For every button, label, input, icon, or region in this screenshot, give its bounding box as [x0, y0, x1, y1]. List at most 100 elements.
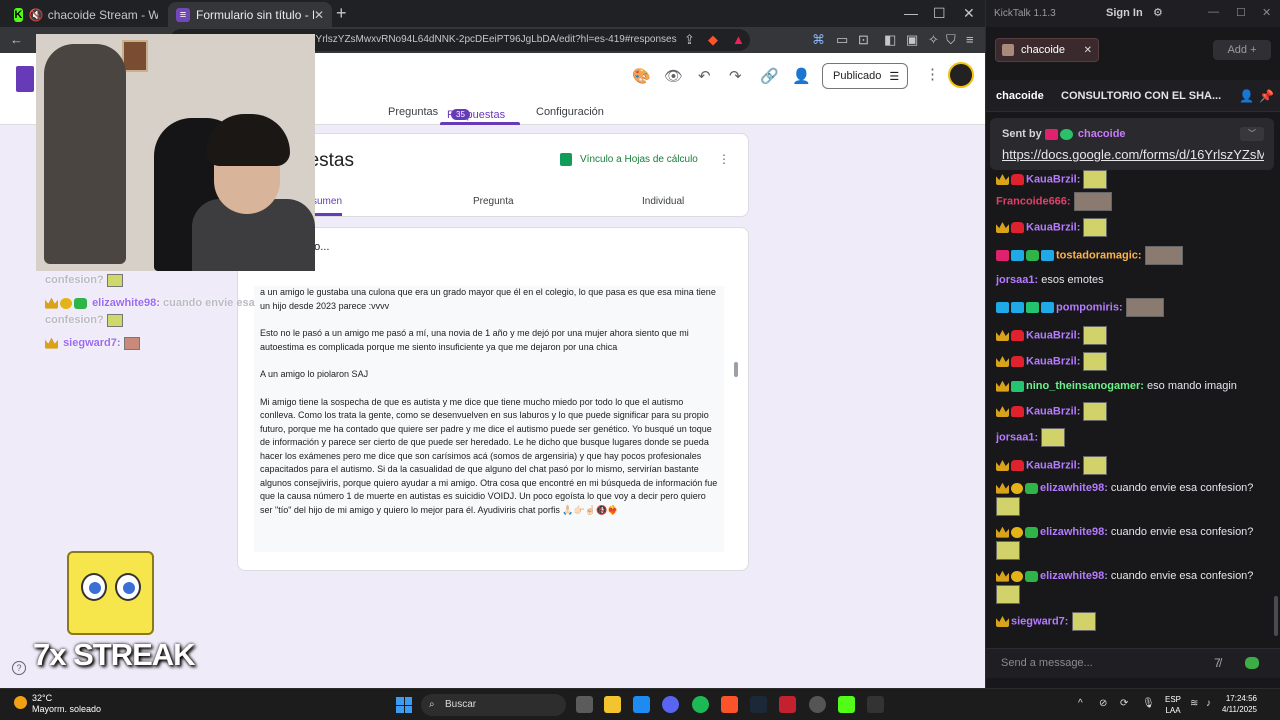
steam-icon[interactable]	[750, 696, 767, 713]
subtab-summary[interactable]: sumen	[312, 196, 342, 207]
chat-message[interactable]: siegward7:	[996, 612, 1268, 631]
chat-username[interactable]: elizawhite98:	[1040, 482, 1108, 494]
maximize-button[interactable]: ☐	[1236, 6, 1246, 19]
gear-icon[interactable]: ⚙	[1153, 6, 1163, 19]
answers-list[interactable]: a un amigo le gustaba una culona que era…	[254, 286, 724, 552]
sync-icon[interactable]: ⟳	[1120, 698, 1128, 709]
screenshot-icon[interactable]: ⊡	[858, 32, 869, 48]
maximize-button[interactable]: ☐	[933, 5, 946, 22]
chat-username[interactable]: pompomiris:	[1056, 301, 1123, 313]
chat-message[interactable]: elizawhite98: cuando envie esa confesion…	[996, 568, 1268, 604]
chat-message[interactable]: KauaBrzil:	[996, 402, 1268, 421]
link-to-sheets-button[interactable]: Vínculo a Hojas de cálculo	[560, 153, 698, 166]
file-explorer-icon[interactable]	[604, 696, 621, 713]
subtab-individual[interactable]: Individual	[642, 196, 684, 207]
close-tab-icon[interactable]: ✕	[1084, 45, 1092, 56]
chat-messages[interactable]: KauaBrzil: Francoide666: KauaBrzil: tost…	[986, 170, 1280, 640]
vpn-icon[interactable]: ⛉	[946, 32, 956, 48]
chat-username[interactable]: nino_theinsanogamer:	[1026, 380, 1144, 392]
pinned-message[interactable]: Sent by chacoide https://docs.google.com…	[990, 118, 1274, 170]
add-collaborator-icon[interactable]: 👤	[792, 67, 811, 85]
chat-message[interactable]: KauaBrzil:	[996, 352, 1268, 371]
chat-username[interactable]: tostadoramagic:	[1056, 249, 1142, 261]
chat-username[interactable]: elizawhite98:	[1040, 526, 1108, 538]
chat-message[interactable]: tostadoramagic:	[996, 246, 1268, 265]
published-button[interactable]: Publicado ☰	[822, 63, 908, 89]
answers-scrollbar[interactable]	[734, 362, 738, 377]
minimize-button[interactable]: —	[904, 5, 918, 21]
chat-username[interactable]: KauaBrzil:	[1026, 329, 1080, 341]
volume-icon[interactable]: ♪	[1206, 698, 1211, 709]
menu-icon[interactable]: ≡	[966, 32, 974, 47]
leo-icon[interactable]: ✧	[928, 32, 939, 48]
kick-emote-icon[interactable]	[1245, 657, 1259, 669]
obs-icon[interactable]	[779, 696, 796, 713]
minimize-button[interactable]: —	[1208, 6, 1219, 18]
close-button[interactable]: ✕	[1262, 6, 1271, 19]
palette-icon[interactable]: 🎨	[632, 67, 651, 85]
chat-message[interactable]: elizawhite98: cuando envie esa confesion…	[996, 524, 1268, 560]
chat-message[interactable]: jorsaa1: esos emotes	[996, 272, 1268, 289]
back-icon[interactable]: ←	[10, 32, 23, 47]
epic-games-icon[interactable]	[867, 696, 884, 713]
chat-message[interactable]: Francoide666:	[996, 192, 1268, 211]
chat-username[interactable]: elizawhite98:	[1040, 570, 1108, 582]
undo-icon[interactable]: ↶	[698, 67, 711, 85]
chevron-down-icon[interactable]: ﹀	[1240, 127, 1264, 141]
sidebar-icon[interactable]: ◧	[884, 32, 896, 48]
tab-questions[interactable]: Preguntas	[388, 106, 438, 118]
chat-message[interactable]: jorsaa1:	[996, 428, 1268, 447]
wifi-icon[interactable]: ≋	[1190, 698, 1198, 709]
add-channel-button[interactable]: Add +	[1213, 40, 1271, 60]
subtab-question[interactable]: Pregunta	[473, 196, 514, 207]
pinned-link[interactable]: https://docs.google.com/forms/d/16YrlszY…	[1002, 147, 1264, 162]
kick-app-icon[interactable]	[838, 696, 855, 713]
rewards-icon[interactable]: ▲	[732, 32, 745, 47]
card-more-icon[interactable]: ⋮	[718, 152, 730, 166]
chat-username[interactable]: Francoide666:	[996, 195, 1071, 207]
brave-shield-icon[interactable]: ◆	[708, 32, 718, 48]
chat-message[interactable]: KauaBrzil:	[996, 456, 1268, 475]
translate-icon[interactable]: ⌘	[812, 32, 825, 48]
chat-username[interactable]: KauaBrzil:	[1026, 173, 1080, 185]
taskbar-search[interactable]: ⌕ Buscar	[421, 694, 566, 716]
share-icon[interactable]: ⇪	[684, 32, 695, 48]
chat-username[interactable]: siegward7:	[1011, 615, 1068, 627]
redo-icon[interactable]: ↷	[729, 67, 742, 85]
chat-input[interactable]: Send a message... 7̸	[986, 648, 1280, 678]
close-window-button[interactable]: ✕	[963, 5, 975, 22]
discord-icon[interactable]	[662, 696, 679, 713]
chat-username[interactable]: KauaBrzil:	[1026, 221, 1080, 233]
chat-scrollbar[interactable]	[1274, 596, 1278, 636]
bing-icon[interactable]	[633, 696, 650, 713]
close-tab-icon[interactable]: ✕	[314, 8, 324, 22]
chat-username[interactable]: KauaBrzil:	[1026, 405, 1080, 417]
new-tab-button[interactable]: +	[336, 3, 347, 24]
chat-username[interactable]: KauaBrzil:	[1026, 459, 1080, 471]
chat-username[interactable]: jorsaa1:	[996, 431, 1038, 443]
spotify-icon[interactable]	[692, 696, 709, 713]
tray-chevron-icon[interactable]: ^	[1078, 698, 1083, 709]
chrome-icon[interactable]	[809, 696, 826, 713]
brave-icon[interactable]	[721, 696, 738, 713]
chat-username[interactable]: jorsaa1:	[996, 274, 1038, 286]
microphone-icon[interactable]: 🎙	[1142, 698, 1155, 709]
users-icon[interactable]: 👤	[1239, 89, 1254, 103]
weather-widget[interactable]: 32°C Mayorm. soleado	[14, 693, 101, 715]
cast-icon[interactable]: ▭	[836, 32, 848, 48]
tab-kick-stream[interactable]: K 🔇 chacoide Stream - Watch Live on	[6, 2, 166, 27]
sign-in-button[interactable]: Sign In	[1106, 7, 1143, 19]
7tv-emote-icon[interactable]: 7̸	[1214, 656, 1221, 670]
start-button[interactable]	[396, 697, 412, 713]
preview-icon[interactable]: 👁	[664, 67, 683, 85]
chat-message[interactable]: nino_theinsanogamer: eso mando imagin	[996, 378, 1268, 395]
chat-username[interactable]: KauaBrzil:	[1026, 355, 1080, 367]
tab-settings[interactable]: Configuración	[536, 106, 604, 118]
chat-message[interactable]: KauaBrzil:	[996, 326, 1268, 345]
wallet-icon[interactable]: ▣	[906, 32, 918, 48]
help-icon[interactable]: ?	[12, 661, 26, 675]
chat-message[interactable]: elizawhite98: cuando envie esa confesion…	[996, 480, 1268, 516]
channel-tab-chacoide[interactable]: chacoide ✕	[995, 38, 1099, 62]
account-avatar[interactable]	[948, 62, 974, 88]
tab-forms[interactable]: ≡ Formulario sin título - Formulario ✕	[168, 2, 332, 27]
